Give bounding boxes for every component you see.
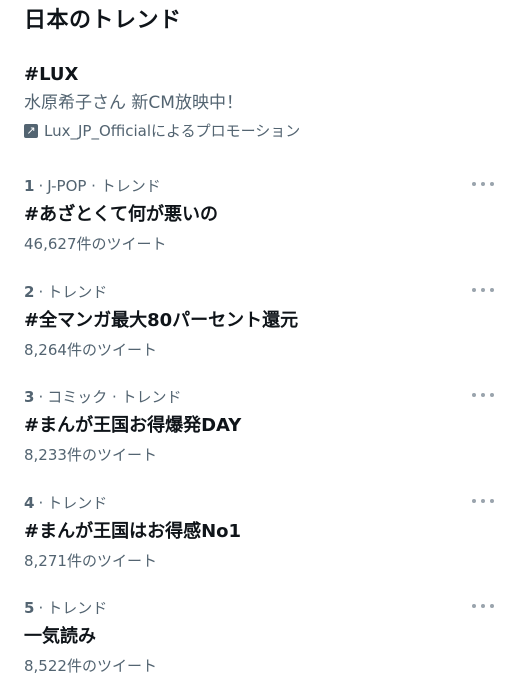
trend-item[interactable]: 2 · トレンド #全マンガ最大80パーセント還元 8,264件のツイート [24,281,494,361]
trend-meta: 1 · J-POP · トレンド [24,175,494,197]
trend-category: トレンド [47,283,108,301]
trend-meta: 3 · コミック · トレンド [24,386,494,408]
trend-category: トレンド [47,494,108,512]
trend-meta: 5 · トレンド [24,597,494,619]
trend-name[interactable]: #あざとくて何が悪いの [24,201,494,229]
trend-item[interactable]: 3 · コミック · トレンド #まんが王国お得爆発DAY 8,233件のツイー… [24,386,494,466]
trend-separator: · [38,177,44,195]
trend-tweet-count: 8,522件のツイート [24,657,157,675]
promoter-label: Lux_JP_Officialによるプロモーション [44,122,301,140]
trend-item[interactable]: 5 · トレンド 一気読み 8,522件のツイート [24,597,494,677]
promoted-trend[interactable]: #LUX 水原希子さん 新CM放映中！ ↗ Lux_JP_Officialによる… [24,62,494,144]
more-options-icon[interactable] [472,599,494,613]
trend-rank: 2 [24,283,35,301]
more-options-icon[interactable] [472,494,494,508]
more-options-icon[interactable] [472,388,494,402]
trend-rank: 5 [24,599,35,617]
promoted-arrow-icon: ↗ [24,124,38,138]
trend-separator: · [38,494,44,512]
promoted-hashtag[interactable]: #LUX [24,62,494,88]
trend-separator: · [38,283,44,301]
trend-item[interactable]: 1 · J-POP · トレンド #あざとくて何が悪いの 46,627件のツイー… [24,175,494,255]
trend-name[interactable]: #まんが王国はお得感No1 [24,518,494,546]
trend-name[interactable]: 一気読み [24,623,494,651]
trend-separator: · [38,388,44,406]
trend-tweet-count: 46,627件のツイート [24,235,167,253]
trend-item[interactable]: 4 · トレンド #まんが王国はお得感No1 8,271件のツイート [24,492,494,572]
trend-rank: 3 [24,388,35,406]
trend-name[interactable]: #全マンガ最大80パーセント還元 [24,307,494,335]
trend-tweet-count: 8,233件のツイート [24,446,157,464]
trend-category: トレンド [47,599,108,617]
trend-separator: · [38,599,44,617]
promoted-description: 水原希子さん 新CM放映中！ [24,93,243,113]
trend-rank: 1 [24,177,35,195]
trend-tweet-count: 8,264件のツイート [24,341,157,359]
promoted-by[interactable]: ↗ Lux_JP_Officialによるプロモーション [24,118,494,144]
trend-tweet-count: 8,271件のツイート [24,552,157,570]
more-options-icon[interactable] [472,177,494,191]
more-options-icon[interactable] [472,283,494,297]
trend-meta: 2 · トレンド [24,281,494,303]
trend-rank: 4 [24,494,35,512]
trend-meta: 4 · トレンド [24,492,494,514]
trend-category: コミック · トレンド [47,388,182,406]
trend-category: J-POP · トレンド [47,177,161,195]
trends-title: 日本のトレンド [24,8,182,33]
trend-name[interactable]: #まんが王国お得爆発DAY [24,412,494,440]
